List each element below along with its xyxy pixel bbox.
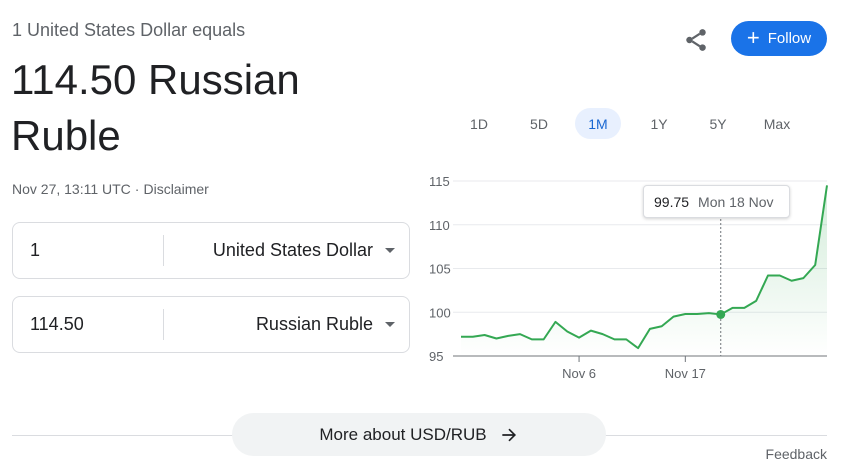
from-amount-input[interactable]: [13, 223, 163, 278]
tab-1d[interactable]: 1D: [455, 108, 503, 139]
more-about-button[interactable]: More about USD/RUB: [232, 413, 606, 456]
y-tick-label: 105: [429, 262, 451, 277]
tab-1y[interactable]: 1Y: [635, 108, 683, 139]
conversion-rate-headline: 114.50 Russian Ruble: [11, 56, 300, 159]
share-icon: [686, 29, 706, 51]
chart-tooltip: 99.75 Mon 18 Nov: [643, 185, 790, 218]
feedback-link[interactable]: Feedback: [766, 446, 827, 462]
from-divider: [163, 235, 164, 266]
more-about-label: More about USD/RUB: [319, 424, 487, 444]
tab-5d[interactable]: 5D: [515, 108, 563, 139]
tooltip-date: Mon 18 Nov: [698, 193, 774, 210]
timestamp-separator: ·: [134, 181, 140, 197]
conversion-subtitle: 1 United States Dollar equals: [12, 20, 246, 40]
plus-icon: +: [746, 24, 760, 50]
chevron-down-icon: [385, 322, 395, 327]
to-currency-label: Russian Ruble: [255, 314, 373, 334]
rate-timestamp-row: Nov 27, 13:11 UTC · Disclaimer: [12, 181, 209, 197]
y-tick-label: 95: [429, 349, 443, 364]
tooltip-value: 99.75: [654, 193, 690, 210]
tab-max[interactable]: Max: [753, 108, 801, 139]
to-currency-row: Russian Ruble: [12, 296, 410, 353]
tab-1m[interactable]: 1M: [575, 108, 621, 139]
x-tick-label: Nov 17: [665, 366, 706, 381]
to-currency-select[interactable]: Russian Ruble: [165, 297, 409, 352]
to-divider: [163, 309, 164, 340]
hover-point: [716, 309, 726, 319]
y-tick-label: 115: [429, 174, 450, 189]
from-currency-select[interactable]: United States Dollar: [165, 223, 409, 278]
y-tick-label: 100: [429, 305, 451, 320]
follow-label: Follow: [767, 30, 812, 47]
y-tick-label: 110: [429, 218, 450, 233]
disclaimer-link[interactable]: Disclaimer: [143, 181, 208, 197]
chevron-down-icon: [385, 248, 395, 253]
follow-button[interactable]: + Follow: [731, 21, 827, 56]
from-currency-row: United States Dollar: [12, 222, 410, 279]
arrow-right-icon: [501, 428, 516, 441]
tab-5y[interactable]: 5Y: [694, 108, 742, 139]
to-amount-input[interactable]: [13, 297, 163, 352]
from-currency-label: United States Dollar: [212, 240, 373, 260]
rate-timestamp: Nov 27, 13:11 UTC: [12, 181, 131, 197]
x-tick-label: Nov 6: [562, 366, 596, 381]
share-button[interactable]: [680, 24, 712, 56]
